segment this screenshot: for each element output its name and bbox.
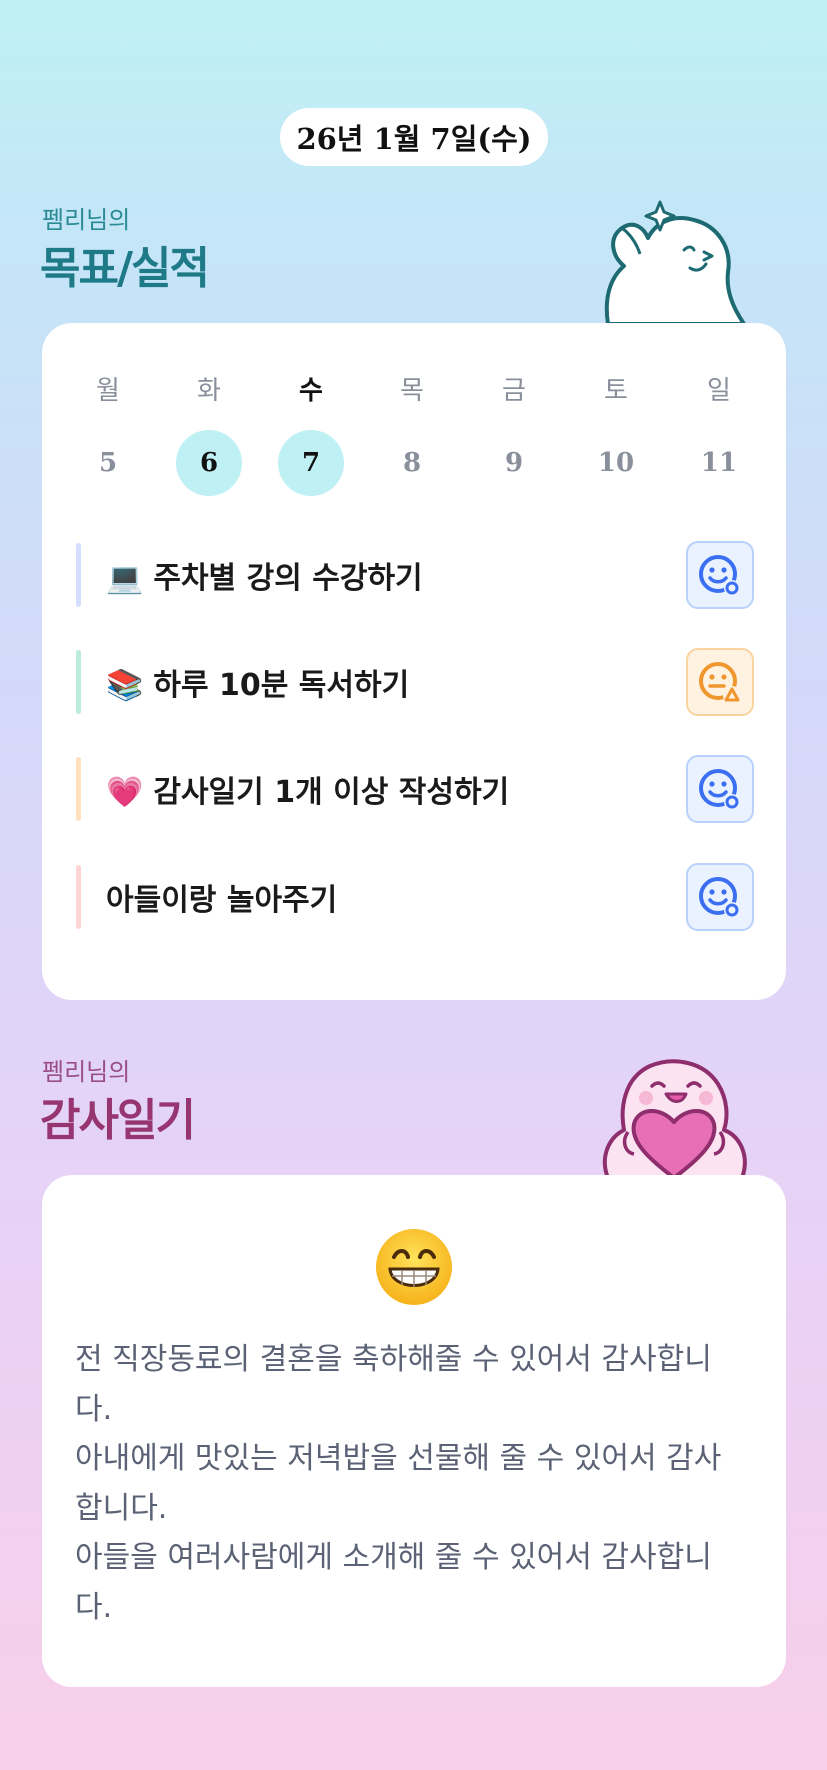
smile-circle-icon <box>699 555 740 596</box>
diary-subtitle: 펨리님의 <box>42 1058 131 1086</box>
goal-color-bar <box>76 543 81 607</box>
gratitude-card: 전 직장동료의 결혼을 축하해줄 수 있어서 감사합니 다. 아내에게 맛있는 … <box>42 1175 786 1687</box>
goal-item[interactable]: 아들이랑 놀아주기 <box>76 863 754 931</box>
goal-color-bar <box>76 650 81 714</box>
smile-circle-icon <box>699 769 740 810</box>
weekday-row: 월 화 수 목 금 토 일 <box>42 355 786 421</box>
goals-title: 목표/실적 <box>40 243 210 294</box>
date-button[interactable]: 11 <box>686 430 752 496</box>
goal-color-bar <box>76 865 81 929</box>
achieved-status-button[interactable] <box>686 863 754 931</box>
goal-item[interactable]: 📚 하루 10분 독서하기 <box>76 648 754 716</box>
laptop-icon: 💻 <box>106 561 144 596</box>
gratitude-diary-text: 전 직장동료의 결혼을 축하해줄 수 있어서 감사합니 다. 아내에게 맛있는 … <box>75 1335 755 1632</box>
smile-circle-icon <box>699 877 740 918</box>
heart-holding-mascot-icon <box>602 1059 747 1178</box>
date-pill[interactable]: 26년 1월 7일(수) <box>280 108 548 166</box>
date-button[interactable]: 10 <box>583 430 649 496</box>
achieved-status-button[interactable] <box>686 541 754 609</box>
goal-label: 📚 하루 10분 독서하기 <box>106 668 410 703</box>
goal-item[interactable]: 💻 주차별 강의 수강하기 <box>76 541 754 609</box>
diary-line: 다. <box>75 1391 113 1427</box>
weekday-label: 화 <box>197 375 221 406</box>
goals-card: 월 화 수 목 금 토 일 5 6 7 8 9 10 11 💻 주차별 강의 수강… <box>42 323 786 1000</box>
weekday-label: 월 <box>96 375 120 406</box>
goals-subtitle: 펨리님의 <box>42 206 131 234</box>
weekday-label: 토 <box>604 375 628 406</box>
diary-line: 합니다. <box>75 1490 168 1526</box>
date-button-selected[interactable]: 7 <box>278 430 344 496</box>
grinning-face-icon <box>376 1229 452 1305</box>
diary-line: 아들을 여러사람에게 소개해 줄 수 있어서 감사합니 <box>75 1540 712 1575</box>
cheering-mascot-icon <box>604 200 746 324</box>
date-button[interactable]: 8 <box>379 430 445 496</box>
date-button[interactable]: 5 <box>75 430 141 496</box>
goal-label: 아들이랑 놀아주기 <box>106 883 338 918</box>
goal-label: 💻 주차별 강의 수강하기 <box>106 561 423 596</box>
date-row: 5 6 7 8 9 10 11 <box>42 430 786 496</box>
partial-status-button[interactable] <box>686 648 754 716</box>
weekday-label: 수 <box>299 375 323 406</box>
weekday-label: 목 <box>400 375 424 406</box>
diary-line: 다. <box>75 1589 113 1625</box>
diary-line: 전 직장동료의 결혼을 축하해줄 수 있어서 감사합니 <box>75 1342 712 1377</box>
diary-title: 감사일기 <box>40 1095 196 1146</box>
goal-item[interactable]: 💗 감사일기 1개 이상 작성하기 <box>76 755 754 823</box>
date-button[interactable]: 9 <box>481 430 547 496</box>
date-button[interactable]: 6 <box>176 430 242 496</box>
neutral-triangle-icon <box>699 662 741 704</box>
goal-color-bar <box>76 757 81 821</box>
heart-icon: 💗 <box>106 775 144 810</box>
books-icon: 📚 <box>106 668 144 703</box>
goal-label: 💗 감사일기 1개 이상 작성하기 <box>106 775 510 810</box>
achieved-status-button[interactable] <box>686 755 754 823</box>
weekday-label: 금 <box>502 375 526 406</box>
diary-line: 아내에게 맛있는 저녁밥을 선물해 줄 수 있어서 감사 <box>75 1441 722 1476</box>
weekday-label: 일 <box>707 375 731 406</box>
